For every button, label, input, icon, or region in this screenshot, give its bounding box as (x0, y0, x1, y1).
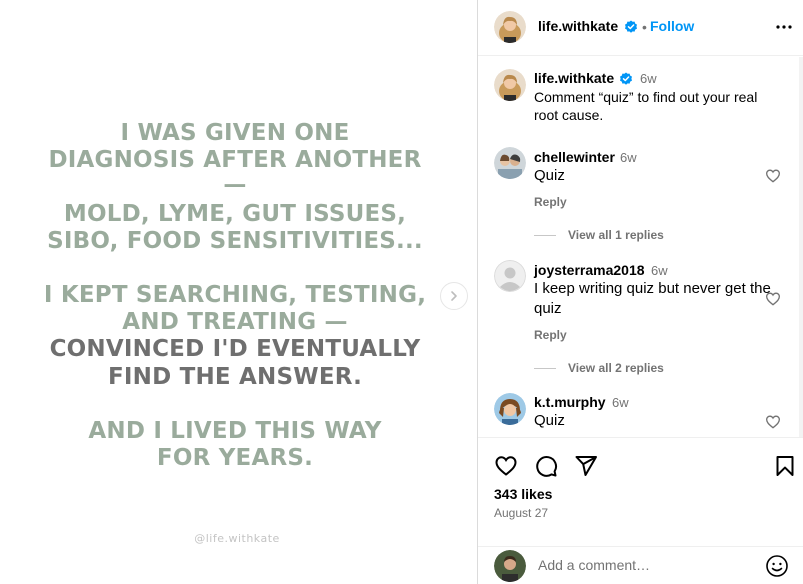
caption-username[interactable]: life.withkate (534, 70, 614, 86)
heart-icon[interactable] (765, 291, 781, 307)
heart-icon[interactable] (765, 168, 781, 184)
image-text-line: MOLD, LYME, GUT ISSUES, (63, 201, 407, 227)
comment-username[interactable]: k.t.murphy (534, 394, 606, 410)
next-slide-button[interactable] (440, 282, 468, 310)
image-text-line: I KEPT SEARCHING, TESTING, (43, 282, 427, 308)
comment-username[interactable]: joysterrama2018 (534, 262, 645, 278)
heart-icon[interactable] (765, 414, 781, 430)
emoji-icon[interactable] (765, 554, 789, 578)
likes-count[interactable]: 343 likes (494, 486, 552, 502)
view-replies-label: View all 1 replies (568, 228, 664, 242)
reply-button[interactable]: Reply (534, 328, 567, 342)
avatar[interactable] (494, 11, 526, 43)
comments-list[interactable]: life.withkate 6w Comment “quiz” to find … (478, 57, 803, 437)
avatar[interactable] (494, 147, 526, 179)
reply-line (534, 234, 556, 236)
comment-text: I keep writing quiz but never get the qu… (534, 280, 771, 317)
avatar[interactable] (494, 260, 526, 292)
image-text-line: AND I LIVED THIS WAY (88, 418, 382, 444)
image-text-line: FIND THE ANSWER. (107, 364, 363, 390)
post-header: life.withkate • Follow (478, 0, 803, 56)
comments-scrollbar[interactable] (799, 57, 803, 437)
comment-time[interactable]: 6w (620, 150, 637, 165)
comment-icon[interactable] (534, 454, 558, 478)
image-text-line: I WAS GIVEN ONE (120, 120, 350, 146)
post-actions: 343 likes August 27 (478, 437, 803, 547)
image-text-line: — (223, 172, 247, 198)
comment-text: Quiz (534, 167, 565, 184)
bookmark-icon[interactable] (773, 454, 797, 478)
verified-icon (625, 20, 637, 33)
image-text-line: DIAGNOSIS AFTER ANOTHER (48, 147, 422, 173)
separator-dot: • (642, 19, 647, 35)
caption-time[interactable]: 6w (640, 71, 657, 86)
caption-text: Comment “quiz” to find out your real roo… (534, 89, 758, 123)
view-replies-button[interactable]: View all 1 replies (534, 228, 664, 242)
avatar[interactable] (494, 69, 526, 101)
image-text-line: SIBO, FOOD SENSITIVITIES... (47, 228, 423, 254)
post-date[interactable]: August 27 (494, 506, 548, 520)
post-side-panel: life.withkate • Follow life.withkate 6w … (478, 0, 803, 584)
follow-button[interactable]: Follow (650, 18, 694, 34)
comment-time[interactable]: 6w (612, 395, 629, 410)
chevron-right-icon (451, 291, 457, 301)
share-icon[interactable] (574, 454, 598, 478)
view-replies-button[interactable]: View all 2 replies (534, 361, 664, 375)
add-comment-bar (478, 546, 803, 584)
verified-icon (620, 72, 632, 85)
image-text-line: CONVINCED I'D EVENTUALLY (49, 336, 421, 362)
avatar[interactable] (494, 393, 526, 425)
comment-text: Quiz (534, 412, 565, 429)
post-image: I WAS GIVEN ONE DIAGNOSIS AFTER ANOTHER … (0, 0, 477, 584)
image-text-line: FOR YEARS. (156, 445, 314, 471)
image-text-line: AND TREATING — (122, 309, 348, 335)
comment-time[interactable]: 6w (651, 263, 668, 278)
view-replies-label: View all 2 replies (568, 361, 664, 375)
reply-button[interactable]: Reply (534, 195, 567, 209)
header-username[interactable]: life.withkate (538, 18, 618, 34)
more-icon[interactable] (772, 17, 796, 37)
reply-line (534, 367, 556, 369)
comment-username[interactable]: chellewinter (534, 149, 615, 165)
avatar (494, 550, 526, 582)
comment-input[interactable] (538, 557, 758, 573)
heart-icon[interactable] (494, 454, 518, 478)
image-watermark: @life.withkate (194, 532, 280, 545)
